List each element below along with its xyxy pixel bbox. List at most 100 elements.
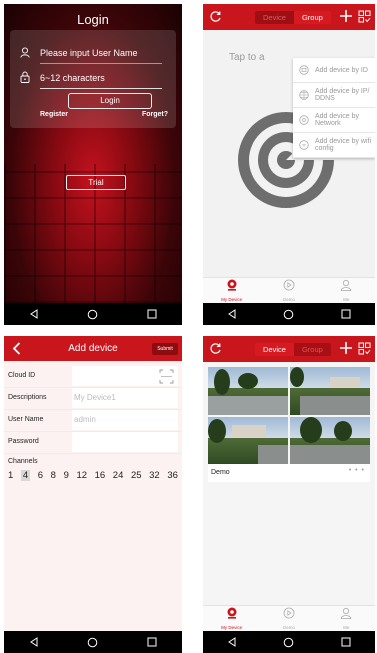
camera-icon: [226, 278, 238, 296]
field-label: User Name: [8, 416, 44, 423]
more-options-icon[interactable]: • • •: [349, 467, 365, 474]
channels-label: Channels: [8, 458, 38, 465]
user-icon: [340, 606, 352, 624]
channel-option[interactable]: 36: [167, 470, 178, 481]
recent-apps-icon[interactable]: [326, 303, 366, 325]
add-device-menu: Add device by ID Add device by IP/ DDNS …: [293, 58, 375, 158]
field-label: Password: [8, 438, 39, 445]
add-icon[interactable]: [339, 9, 353, 28]
username-row: User Name admin: [4, 410, 182, 432]
channel-option[interactable]: 1: [8, 470, 13, 481]
tab-my-device[interactable]: My Device: [212, 606, 252, 631]
channel-option[interactable]: 25: [131, 470, 142, 481]
top-bar: Device Group: [203, 4, 375, 30]
device-group-switch: Device Group: [255, 343, 331, 356]
password-input[interactable]: [72, 432, 178, 452]
field-label: Descriptions: [8, 394, 47, 401]
menu-item-label: Add device by wifi config: [315, 138, 372, 152]
divider: [40, 63, 162, 64]
play-icon: [283, 278, 295, 296]
password-field[interactable]: 6~12 characters: [20, 69, 162, 89]
camera-preview[interactable]: [290, 416, 370, 464]
recent-apps-icon[interactable]: [132, 303, 172, 325]
tab-demo[interactable]: Demo: [269, 278, 309, 303]
camera-preview[interactable]: [208, 416, 288, 464]
tab-group[interactable]: Group: [293, 11, 331, 24]
android-nav-bar: [4, 631, 182, 653]
forget-password-link[interactable]: Forget?: [142, 111, 168, 118]
multi-view-icon[interactable]: [358, 10, 371, 28]
add-icon[interactable]: [339, 341, 353, 360]
menu-item-add-by-id[interactable]: Add device by ID: [293, 58, 375, 83]
login-screen: Login Please input User Name 6~12 charac…: [4, 4, 182, 325]
tab-label: Me: [343, 625, 350, 630]
scan-icon[interactable]: [159, 369, 174, 386]
refresh-icon[interactable]: [209, 342, 222, 360]
descriptions-row: Descriptions My Device1: [4, 388, 182, 410]
camera-preview-grid[interactable]: [208, 367, 370, 464]
divider: [40, 88, 162, 89]
home-icon[interactable]: [269, 631, 309, 653]
recent-apps-icon[interactable]: [132, 631, 172, 653]
channel-option[interactable]: 8: [51, 470, 56, 481]
channel-option[interactable]: 12: [76, 470, 87, 481]
username-input[interactable]: admin: [72, 410, 178, 430]
tab-demo[interactable]: Demo: [269, 606, 309, 631]
device-list: Demo • • •: [203, 362, 375, 606]
multi-view-icon[interactable]: [358, 342, 371, 360]
login-button[interactable]: Login: [68, 93, 152, 109]
username-field[interactable]: Please input User Name: [20, 44, 162, 64]
recent-apps-icon[interactable]: [326, 631, 366, 653]
trial-button[interactable]: Trial: [66, 175, 126, 190]
submit-button[interactable]: Submit: [152, 343, 178, 355]
channel-option[interactable]: 9: [64, 470, 69, 481]
channel-option[interactable]: 6: [38, 470, 43, 481]
home-icon[interactable]: [269, 303, 309, 325]
menu-item-add-by-network[interactable]: Add device by Network: [293, 108, 375, 133]
wifi-icon: [299, 140, 309, 152]
device-list-empty: Tap to a Add device by ID Add device by …: [203, 30, 375, 278]
back-icon[interactable]: [14, 631, 54, 653]
camera-icon: [226, 606, 238, 624]
password-input[interactable]: 6~12 characters: [40, 73, 105, 83]
login-form: Please input User Name 6~12 characters L…: [10, 30, 176, 128]
back-icon[interactable]: [212, 631, 252, 653]
android-nav-bar: [203, 631, 375, 653]
channel-option[interactable]: 16: [95, 470, 106, 481]
back-icon[interactable]: [212, 303, 252, 325]
menu-item-label: Add device by ID: [315, 66, 368, 74]
cloud-id-row: Cloud ID: [4, 366, 182, 388]
register-link[interactable]: Register: [40, 111, 68, 118]
tab-me[interactable]: Me: [326, 606, 366, 631]
camera-preview[interactable]: [290, 367, 370, 415]
channel-option-selected[interactable]: 4: [20, 470, 31, 481]
home-icon[interactable]: [73, 303, 113, 325]
device-group-switch: Device Group: [255, 11, 331, 24]
tab-group[interactable]: Group: [293, 343, 331, 356]
device-list-screen: Device Group Demo • • • My Device Demo M…: [203, 336, 375, 653]
tab-label: My Device: [221, 625, 243, 630]
home-icon[interactable]: [73, 631, 113, 653]
tab-me[interactable]: Me: [326, 278, 366, 303]
tab-label: Demo: [282, 297, 295, 302]
channel-option[interactable]: 24: [113, 470, 124, 481]
refresh-icon[interactable]: [209, 10, 222, 28]
descriptions-input[interactable]: My Device1: [72, 388, 178, 408]
tab-device[interactable]: Device: [255, 11, 294, 24]
bottom-tab-bar: My Device Demo Me: [203, 277, 375, 303]
page-title: Login: [77, 12, 109, 27]
username-input[interactable]: Please input User Name: [40, 48, 138, 58]
user-icon: [20, 46, 30, 60]
tab-label: My Device: [221, 297, 243, 302]
tab-device[interactable]: Device: [255, 343, 294, 356]
menu-item-add-by-wifi[interactable]: Add device by wifi config: [293, 133, 375, 158]
empty-hint: Tap to a: [229, 52, 265, 63]
top-bar: Device Group: [203, 336, 375, 362]
channel-option[interactable]: 32: [149, 470, 160, 481]
globe-icon: [299, 90, 309, 102]
camera-preview[interactable]: [208, 367, 288, 415]
device-list-item[interactable]: Demo • • •: [208, 464, 370, 482]
back-icon[interactable]: [14, 303, 54, 325]
tab-my-device[interactable]: My Device: [212, 278, 252, 303]
menu-item-add-by-ip[interactable]: Add device by IP/ DDNS: [293, 83, 375, 108]
